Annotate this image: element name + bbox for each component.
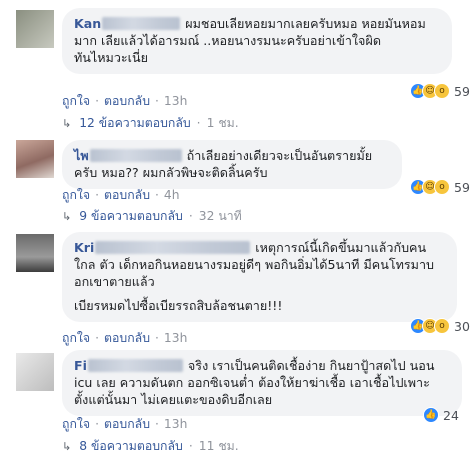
reply-arrow-icon: ↳ <box>62 439 72 453</box>
replies-time: 11 ชม. <box>198 438 239 453</box>
separator-dot: · <box>155 417 159 431</box>
comment-author[interactable]: Kri <box>74 240 94 255</box>
avatar[interactable] <box>16 10 54 48</box>
reaction-count: 59 <box>454 83 470 99</box>
reply-link[interactable]: ตอบกลับ <box>104 186 150 205</box>
comment-timestamp[interactable]: 13h <box>164 331 187 345</box>
like-link[interactable]: ถูกใจ <box>62 415 90 434</box>
replies-count[interactable]: 8 ข้อความตอบกลับ <box>79 437 183 456</box>
reply-arrow-icon: ↳ <box>62 116 72 130</box>
comment-text-extra: เบียรหมดไปซื้อเบียรรถสิบล้อชนตาย!!! <box>74 298 283 313</box>
separator-dot: · <box>188 209 193 223</box>
comment-timestamp[interactable]: 4h <box>164 188 180 202</box>
reaction-count: 24 <box>443 407 459 423</box>
separator-dot: · <box>188 439 193 453</box>
separator-dot: · <box>95 94 100 108</box>
comment-text-last: ทันไหมวะเนี่ย <box>74 50 148 65</box>
wow-reaction-icon: o <box>434 179 450 195</box>
redacted-name <box>95 241 251 254</box>
reaction-count: 30 <box>454 318 470 334</box>
reply-link[interactable]: ตอบกลับ <box>104 329 150 348</box>
view-replies-link[interactable]: ↳ 8 ข้อความตอบกลับ · 11 ชม. <box>62 438 239 454</box>
comment-author[interactable]: ไพ <box>74 148 89 163</box>
redacted-name <box>89 149 182 162</box>
like-link[interactable]: ถูกใจ <box>62 329 90 348</box>
separator-dot: · <box>155 331 159 345</box>
reply-link[interactable]: ตอบกลับ <box>104 415 150 434</box>
avatar[interactable] <box>16 234 54 272</box>
redacted-name <box>87 359 183 372</box>
wow-reaction-icon: o <box>434 83 450 99</box>
avatar[interactable] <box>16 353 54 391</box>
separator-dot: · <box>155 188 159 202</box>
reply-link[interactable]: ตอบกลับ <box>104 92 150 111</box>
redacted-name <box>102 17 181 30</box>
comment-text: หมอ?? ผมกลัวพิษจะติดลิ้นครับ <box>101 165 268 180</box>
comment-bubble: ไพ ถ้าเลียอย่างเดียวจะเป็นอันตรายมั้ยครับ… <box>62 140 402 189</box>
view-replies-link[interactable]: ↳ 12 ข้อความตอบกลับ · 1 ชม. <box>62 115 239 131</box>
reaction-summary[interactable]: 👍 24 <box>423 407 459 423</box>
like-reaction-icon: 👍 <box>423 407 439 423</box>
replies-count[interactable]: 9 ข้อความตอบกลับ <box>79 207 183 226</box>
replies-time: 32 นาที <box>198 208 242 223</box>
reply-arrow-icon: ↳ <box>62 209 72 223</box>
separator-dot: · <box>95 417 100 431</box>
comment-actions: ถูกใจ · ตอบกลับ · 13h <box>62 416 187 432</box>
replies-time: 1 ชม. <box>206 115 239 130</box>
comment-actions: ถูกใจ · ตอบกลับ · 13h <box>62 330 187 346</box>
comment-author[interactable]: Kan <box>74 16 101 31</box>
like-link[interactable]: ถูกใจ <box>62 92 90 111</box>
separator-dot: · <box>95 188 100 202</box>
avatar[interactable] <box>16 140 54 178</box>
comment-actions: ถูกใจ · ตอบกลับ · 4h <box>62 187 180 203</box>
comment-text: ตัว เด็กหอกินหอยนางรมอยู่ดีๆ พอกินอิ่มได… <box>74 257 435 289</box>
wow-reaction-icon: o <box>434 318 450 334</box>
like-link[interactable]: ถูกใจ <box>62 186 90 205</box>
comment-author[interactable]: Fi <box>74 358 87 373</box>
reaction-summary[interactable]: 👍 ☺ o 30 <box>410 318 470 334</box>
separator-dot: · <box>95 331 100 345</box>
separator-dot: · <box>155 94 159 108</box>
reaction-summary[interactable]: 👍 ☺ o 59 <box>410 83 470 99</box>
replies-count[interactable]: 12 ข้อความตอบกลับ <box>79 114 190 133</box>
comment-bubble: Kri เหตุการณ์นี้เกิดขึ้นมาแล้วกับคนใกล ตั… <box>62 232 457 322</box>
comment-timestamp[interactable]: 13h <box>164 94 187 108</box>
comment-actions: ถูกใจ · ตอบกลับ · 13h <box>62 93 187 109</box>
reaction-summary[interactable]: 👍 ☺ o 59 <box>410 179 470 195</box>
comment-text-line1: ผมชอบเลียหอยมากเลยครับหมอ <box>185 16 358 31</box>
comment-timestamp[interactable]: 13h <box>164 417 187 431</box>
comment-bubble: Fi จริง เราเป็นคนติดเชื้อง่าย กินยาปู้าสด… <box>62 350 462 416</box>
separator-dot: · <box>196 116 201 130</box>
comment-text-line1: จริง เราเป็นคนติดเชื้อง่าย กินยาปู้าสดไป <box>187 358 406 373</box>
view-replies-link[interactable]: ↳ 9 ข้อความตอบกลับ · 32 นาที <box>62 208 242 224</box>
reaction-count: 59 <box>454 179 470 195</box>
comment-bubble: Kan ผมชอบเลียหอยมากเลยครับหมอ หอยมันหอมมา… <box>62 8 452 74</box>
